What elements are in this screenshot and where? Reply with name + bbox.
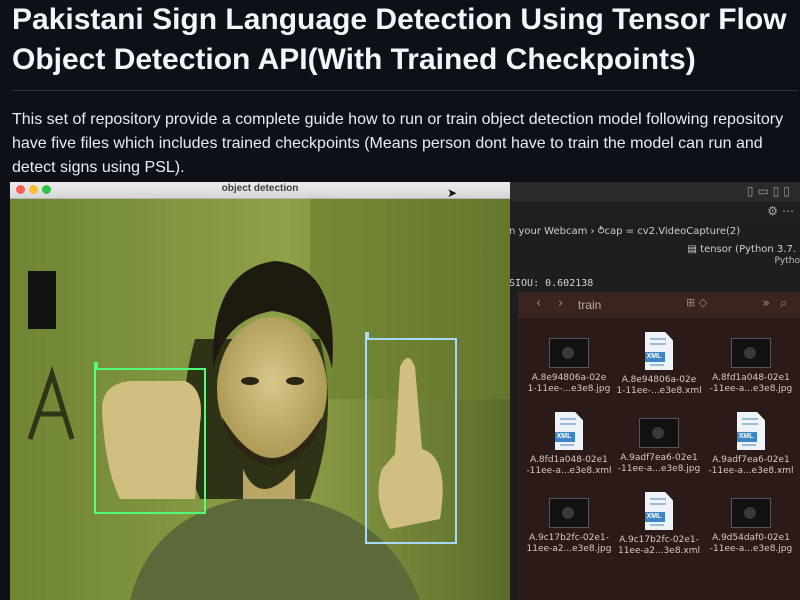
file-name: A.8fd1a048-02e1 -11ee-a...e3e8.jpg [709,373,793,394]
kernel-subtitle: Pytho [774,256,800,266]
file-name: A.8fd1a048-02e1 -11ee-a...e3e8.xml [526,455,612,476]
xml-file-icon: XML [645,492,673,530]
file-item[interactable]: A.8fd1a048-02e1 -11ee-a...e3e8.jpg [708,332,794,395]
file-item[interactable]: XML A.9c17b2fc-02e1- 11ee-a2...3e8.xml [616,492,702,557]
file-name: A.9adf7ea6-02e1 -11ee-a...e3e8.jpg [617,453,701,474]
left-eye [241,377,259,385]
detection-box-fist [94,362,206,514]
layout-icon[interactable]: ▯▭▯▯ [747,184,794,198]
vscode-window: ▯▭▯▯ ⚙ ⋯ n your Webcam › ⥁cap = cv2.Vide… [505,182,800,600]
title-divider [12,90,798,91]
file-item[interactable]: A.8e94806a-02e 1-11ee-...e3e8.jpg [526,332,612,395]
webcam-feed [10,199,510,600]
object-detection-window: object detection ➤ [10,182,510,600]
ide-toolbar: ⚙ ⋯ [505,202,800,224]
finder-folder-name: train [578,298,602,312]
finder-toolbar: ‹ › train ⊞ ◇ » ⌕ [518,292,800,318]
speaker-object [28,271,56,329]
image-file-icon [639,418,679,448]
readme-description: This set of repository provide a complet… [12,111,784,176]
window-title: object detection [221,183,299,194]
detection-label-fist [94,362,98,369]
file-name: A.8e94806a-02e 1-11ee-...e3e8.xml [616,375,702,396]
file-item[interactable]: XML A.8e94806a-02e 1-11ee-...e3e8.xml [616,332,702,397]
detection-box-point [365,332,457,544]
cell-output: SIOU: 0.602138 [509,278,594,289]
file-name: A.9adf7ea6-02e1 -11ee-a...e3e8.xml [708,455,794,476]
xml-file-icon: XML [555,412,583,450]
right-eye [286,377,304,385]
image-file-icon [731,498,771,528]
chevron-more-icon[interactable]: » [762,296,770,311]
file-name: A.8e94806a-02e 1-11ee-...e3e8.jpg [527,373,611,394]
file-name: A.9c17b2fc-02e1- 11ee-a2...3e8.xml [617,535,701,556]
xml-file-icon: XML [645,332,673,370]
window-titlebar[interactable]: object detection ➤ [10,182,510,200]
more-icon[interactable]: ⋯ [782,204,794,218]
back-icon[interactable]: ‹ [536,296,541,311]
file-item[interactable]: A.9adf7ea6-02e1 -11ee-a...e3e8.jpg [616,412,702,475]
xml-file-icon: XML [737,412,765,450]
image-file-icon [731,338,771,368]
file-item[interactable]: XML A.9adf7ea6-02e1 -11ee-a...e3e8.xml [708,412,794,477]
kernel-selector[interactable]: ▤ tensor (Python 3.7. [688,244,796,255]
file-item[interactable]: A.9d54daf0-02e1 -11ee-a...e3e8.jpg [708,492,794,555]
file-item[interactable]: A.9c17b2fc-02e1- 11ee-a2...e3e8.jpg [526,492,612,555]
grid-view-icon[interactable]: ⊞ ◇ [686,296,707,309]
file-name: A.9c17b2fc-02e1- 11ee-a2...e3e8.jpg [526,533,612,554]
ide-titlebar: ▯▭▯▯ [505,182,800,202]
detection-label-point [365,332,369,339]
image-file-icon [549,338,589,368]
finder-window: ‹ › train ⊞ ◇ » ⌕ A.8e94806a-02e 1-11ee-.… [518,292,800,600]
file-name: A.9d54daf0-02e1 -11ee-a...e3e8.jpg [709,533,793,554]
mouse-cursor-icon: ➤ [447,186,458,200]
search-icon[interactable]: ⌕ [780,296,787,311]
gear-icon[interactable]: ⚙ [767,204,778,218]
file-item[interactable]: XML A.8fd1a048-02e1 -11ee-a...e3e8.xml [526,412,612,477]
readme-title: Pakistani Sign Language Detection Using … [12,3,787,76]
forward-icon[interactable]: › [558,296,563,311]
image-file-icon [549,498,589,528]
ide-breadcrumb[interactable]: n your Webcam › ⥁cap = cv2.VideoCapture(… [509,226,740,237]
